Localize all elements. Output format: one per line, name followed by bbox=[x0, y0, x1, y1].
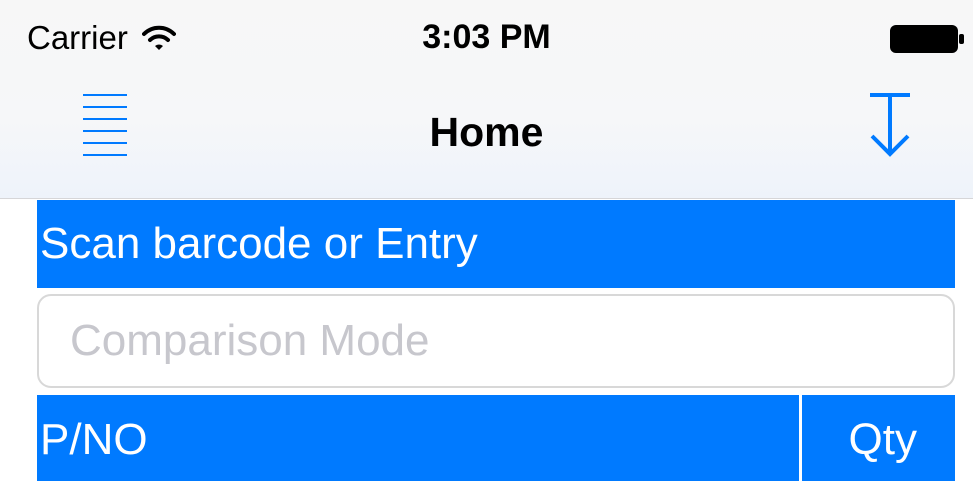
top-bar: Carrier 3:03 PM Home bbox=[0, 0, 973, 199]
column-header-qty: Qty bbox=[802, 395, 955, 481]
scan-section-header: Scan barcode or Entry bbox=[37, 200, 955, 288]
page-title: Home bbox=[429, 109, 544, 155]
app-screen: Carrier 3:03 PM Home Scan barcode or Ent… bbox=[0, 0, 973, 481]
navigation-bar: Home bbox=[0, 76, 973, 198]
column-header-pno: P/NO bbox=[37, 395, 799, 481]
table-header: P/NO Qty bbox=[37, 395, 955, 481]
status-time: 3:03 PM bbox=[422, 18, 551, 56]
download-button[interactable] bbox=[850, 86, 930, 166]
battery-icon bbox=[890, 25, 964, 53]
status-bar: Carrier 3:03 PM bbox=[0, 0, 973, 76]
comparison-mode-input[interactable] bbox=[37, 294, 955, 388]
download-icon bbox=[870, 93, 910, 157]
